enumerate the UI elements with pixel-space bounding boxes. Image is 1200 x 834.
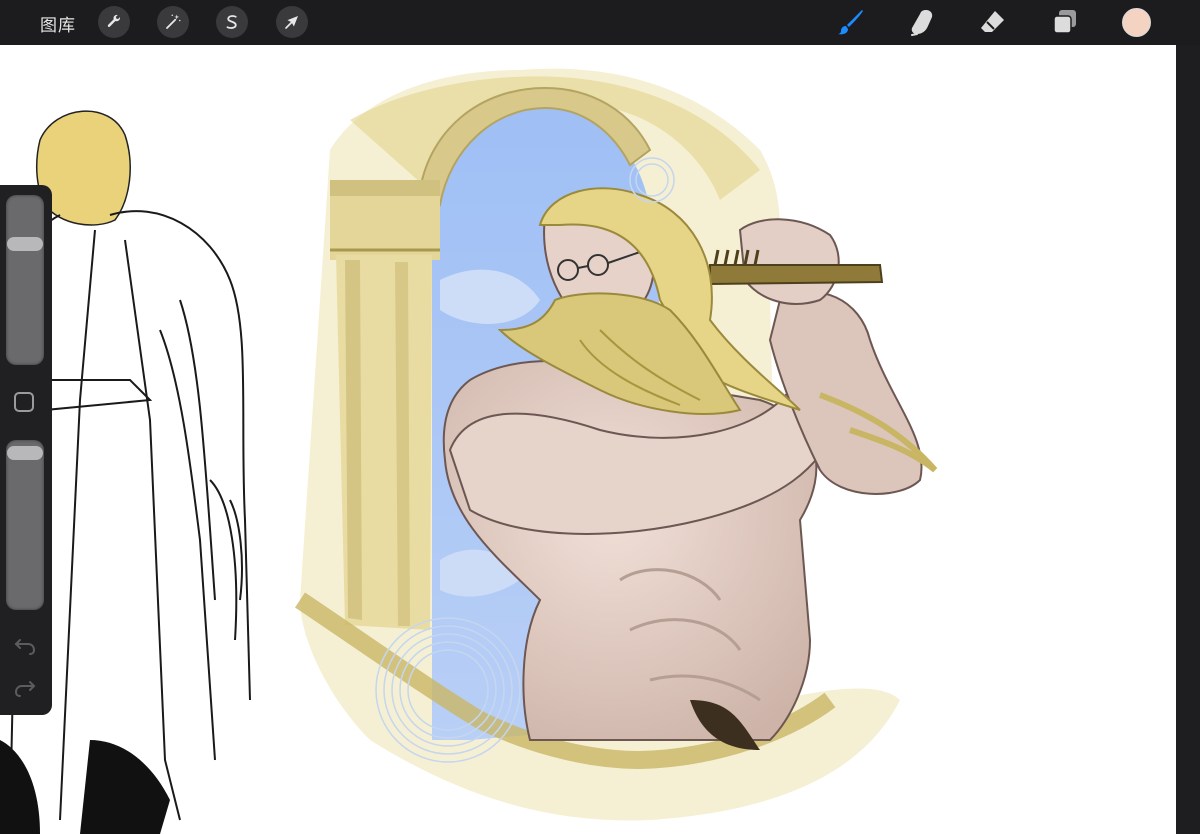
brush-opacity-slider[interactable] — [6, 440, 44, 610]
brush-opacity-handle[interactable] — [7, 446, 43, 460]
layers-icon — [1053, 10, 1076, 34]
arrow-cursor-icon — [285, 16, 298, 29]
artwork — [0, 68, 938, 834]
adjustments-button[interactable] — [157, 6, 189, 38]
transform-button[interactable] — [276, 6, 308, 38]
color-picker-button[interactable] — [1122, 8, 1151, 37]
side-toolbar — [0, 185, 52, 715]
top-toolbar: 图库 — [0, 0, 1200, 45]
wrench-icon — [107, 14, 120, 27]
brush-size-slider[interactable] — [6, 195, 44, 365]
smudge-finger-icon — [911, 10, 933, 36]
selection-s-icon — [226, 15, 237, 29]
modify-button[interactable] — [14, 392, 34, 412]
redo-button[interactable] — [13, 677, 37, 699]
canvas-right-edge — [1176, 45, 1200, 834]
magic-wand-icon — [166, 14, 181, 29]
brush-size-handle[interactable] — [7, 237, 43, 251]
undo-button[interactable] — [13, 635, 37, 657]
eraser-icon — [981, 11, 1004, 32]
undo-icon — [14, 639, 36, 655]
selection-button[interactable] — [216, 6, 248, 38]
layers-button[interactable] — [1050, 7, 1080, 37]
redo-icon — [14, 681, 36, 697]
brush-icon — [838, 10, 863, 35]
eraser-tool-button[interactable] — [978, 7, 1008, 37]
gallery-button[interactable]: 图库 — [40, 11, 76, 36]
drawing-canvas[interactable] — [0, 45, 1176, 834]
smudge-tool-button[interactable] — [907, 7, 937, 37]
brush-tool-button[interactable] — [836, 7, 866, 37]
actions-button[interactable] — [98, 6, 130, 38]
